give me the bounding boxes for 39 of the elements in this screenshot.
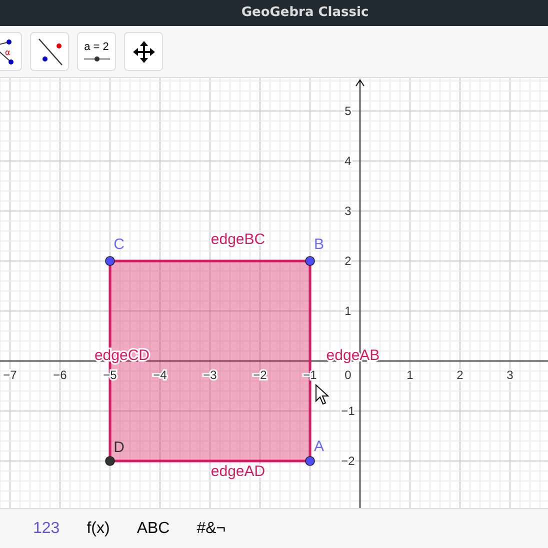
x-tick-label: 1 xyxy=(406,368,414,382)
y-tick-label: −2 xyxy=(341,454,355,468)
x-tick-label: −2 xyxy=(253,368,267,382)
y-tick-label: −1 xyxy=(341,404,355,418)
edge-label: edgeBC xyxy=(210,231,266,248)
point-label: B xyxy=(314,236,324,253)
window-title: GeoGebra Classic xyxy=(0,0,548,26)
y-tick-label: 3 xyxy=(344,204,352,218)
slider-icon xyxy=(84,56,110,62)
point[interactable] xyxy=(305,256,315,266)
keyboard-tab[interactable]: 123 xyxy=(33,516,73,540)
x-tick-label: −4 xyxy=(153,368,167,382)
point[interactable] xyxy=(105,456,115,466)
y-tick-label: 5 xyxy=(344,104,352,118)
point-label: D xyxy=(114,439,124,456)
move-icon xyxy=(132,40,156,64)
x-tick-label: −6 xyxy=(53,368,67,382)
keyboard-tab[interactable]: #&¬ xyxy=(196,516,239,540)
x-tick-label: −3 xyxy=(203,368,217,382)
y-tick-label: 4 xyxy=(344,154,352,168)
keyboard-tab[interactable]: f(x) xyxy=(86,516,123,540)
point[interactable] xyxy=(305,456,315,466)
cursor-icon xyxy=(316,384,330,405)
point-label: A xyxy=(314,438,324,455)
point[interactable] xyxy=(105,256,115,266)
origin-label: 0 xyxy=(344,368,352,382)
y-tick-label: 1 xyxy=(344,304,352,318)
edge-label: edgeAD xyxy=(210,463,266,480)
tool-button[interactable]: a = 2 xyxy=(77,32,116,71)
keyboard-tab[interactable]: ABC xyxy=(136,516,183,540)
slider-tool-label: a = 2 xyxy=(84,42,109,52)
x-tick-label: 3 xyxy=(506,368,514,382)
tool-button[interactable] xyxy=(30,32,69,71)
x-tick-label: −7 xyxy=(3,368,17,382)
y-tick-label: 2 xyxy=(344,254,352,268)
tool-button[interactable] xyxy=(124,32,163,71)
x-tick-label: 2 xyxy=(456,368,464,382)
tool-button[interactable]: α xyxy=(0,32,22,71)
point-label: C xyxy=(114,236,124,253)
